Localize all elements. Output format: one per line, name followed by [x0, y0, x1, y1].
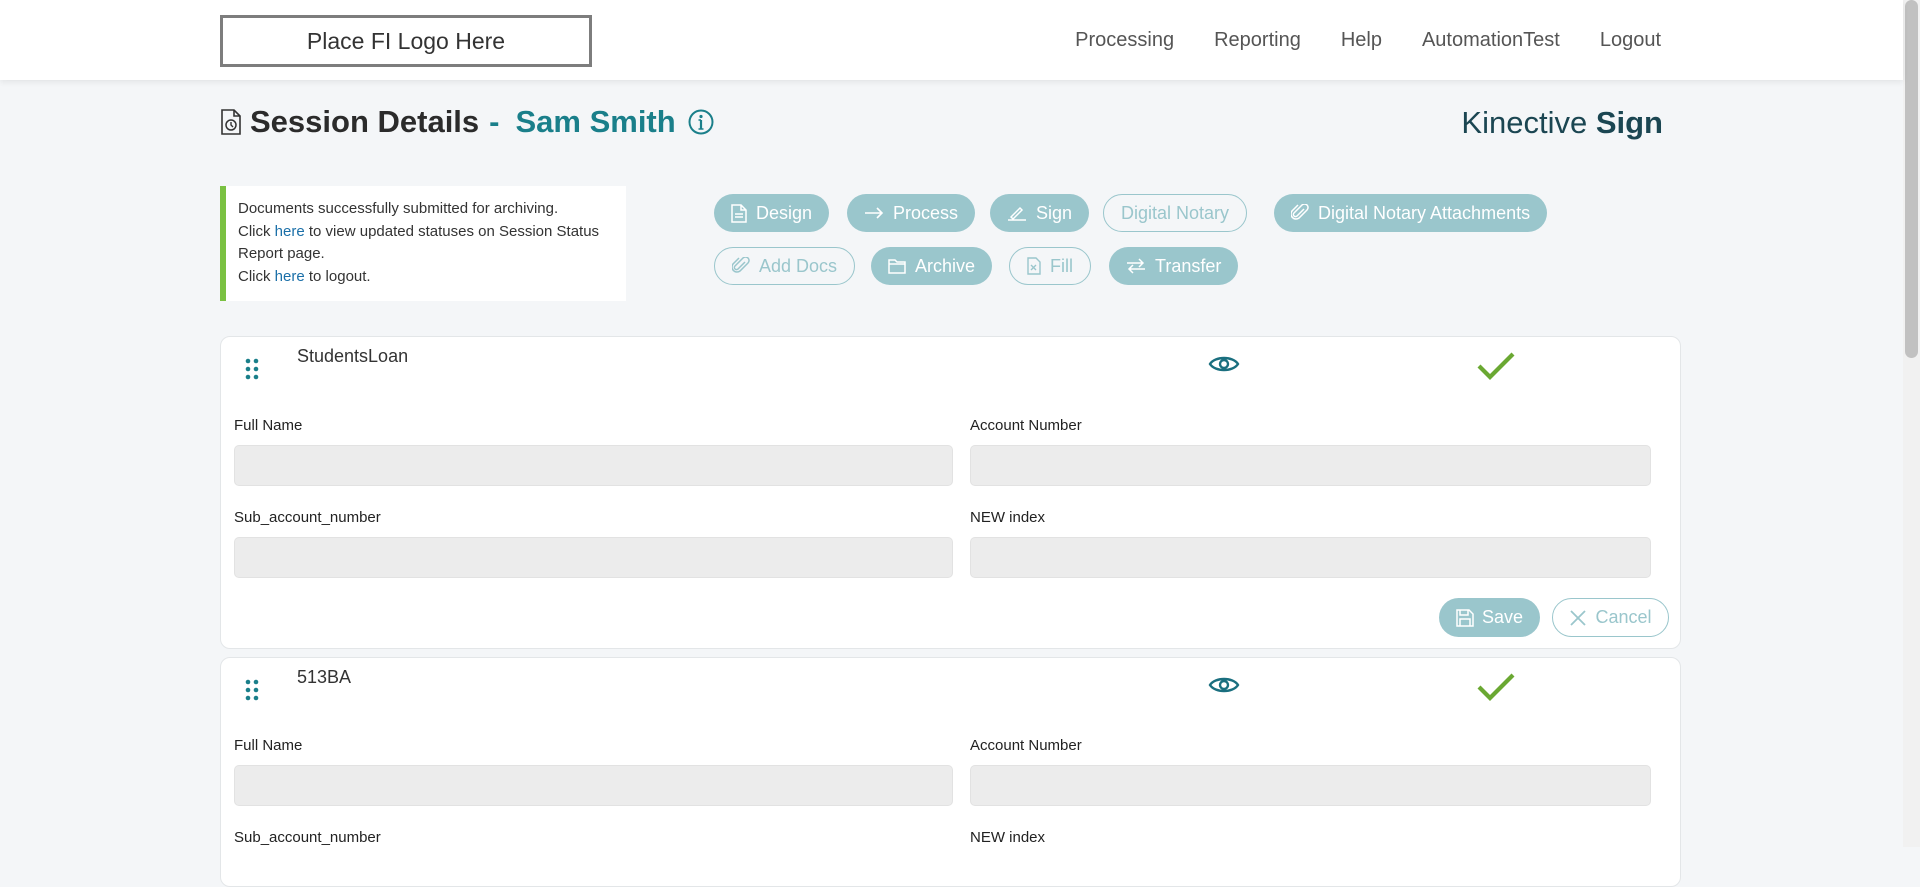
signer-name: Sam Smith: [515, 104, 676, 139]
sign-button[interactable]: Sign: [990, 194, 1090, 232]
cancel-button[interactable]: Cancel: [1552, 598, 1669, 637]
fill-button[interactable]: Fill: [1009, 247, 1091, 285]
field-label-new-index: NEW index: [970, 509, 1046, 526]
logout-link[interactable]: here: [275, 268, 305, 285]
title-separator: -: [489, 104, 500, 139]
document-name: StudentsLoan: [297, 346, 409, 366]
digital-notary-attachments-button[interactable]: Digital Notary Attachments: [1274, 194, 1548, 232]
field-label-full-name: Full Name: [234, 737, 303, 754]
status-report-link[interactable]: here: [275, 223, 305, 240]
paperclip-icon: [732, 257, 750, 273]
eye-icon[interactable]: [1208, 674, 1240, 696]
kinective-sign-logo: Kinective Sign: [1461, 105, 1663, 140]
field-label-sub-account: Sub_account_number: [234, 829, 381, 846]
page-title-row: Session Details - Sam Smith: [220, 104, 714, 140]
top-navbar: Place FI Logo Here Processing Reporting …: [0, 0, 1903, 80]
archive-success-notice: Documents successfully submitted for arc…: [220, 186, 626, 301]
document-card: 513BA Full Name Account Number Sub_accou…: [220, 657, 1681, 887]
field-label-sub-account: Sub_account_number: [234, 509, 381, 526]
nav-reporting[interactable]: Reporting: [1214, 29, 1301, 52]
notice-line-3: Click here to logout.: [238, 267, 371, 285]
nav-logout[interactable]: Logout: [1600, 29, 1661, 52]
main-nav: Processing Reporting Help AutomationTest…: [1035, 0, 1661, 80]
folder-icon: [888, 259, 906, 274]
document-icon: [731, 203, 747, 223]
notice-line-1: Documents successfully submitted for arc…: [238, 200, 559, 217]
nav-user[interactable]: AutomationTest: [1422, 29, 1560, 52]
pen-icon: [1008, 206, 1026, 221]
account-number-field[interactable]: [970, 765, 1651, 806]
field-label-account-number: Account Number: [970, 417, 1082, 434]
checkmark-icon: [1477, 352, 1515, 380]
document-card: StudentsLoan Full Name Account Number Su…: [220, 336, 1681, 649]
transfer-button[interactable]: Transfer: [1109, 247, 1239, 285]
archive-button[interactable]: Archive: [871, 247, 993, 285]
document-name: 513BA: [297, 667, 352, 687]
arrow-right-icon: [865, 207, 884, 219]
checkmark-icon: [1477, 673, 1515, 701]
full-name-field[interactable]: [234, 765, 953, 806]
session-history-icon: [221, 109, 241, 135]
form-fill-icon: [1027, 257, 1041, 275]
transfer-arrows-icon: [1127, 258, 1145, 274]
nav-processing[interactable]: Processing: [1075, 29, 1174, 52]
account-number-field[interactable]: [970, 445, 1651, 486]
field-label-account-number: Account Number: [970, 737, 1082, 754]
drag-handle-icon[interactable]: [244, 678, 260, 702]
design-button[interactable]: Design: [714, 194, 830, 232]
eye-icon[interactable]: [1208, 353, 1240, 375]
sub-account-number-field[interactable]: [234, 537, 953, 578]
full-name-field[interactable]: [234, 445, 953, 486]
paperclip-icon: [1291, 204, 1309, 220]
drag-handle-icon[interactable]: [244, 357, 260, 381]
scrollbar-thumb[interactable]: [1905, 0, 1918, 358]
close-icon: [1570, 609, 1587, 626]
floppy-disk-icon: [1456, 608, 1474, 627]
add-docs-button[interactable]: Add Docs: [714, 247, 856, 285]
fi-logo-placeholder: Place FI Logo Here: [220, 15, 592, 67]
process-button[interactable]: Process: [847, 194, 976, 232]
nav-help[interactable]: Help: [1341, 29, 1382, 52]
new-index-field[interactable]: [970, 537, 1651, 578]
page-scrollbar[interactable]: [1903, 0, 1920, 847]
digital-notary-button[interactable]: Digital Notary: [1103, 194, 1248, 232]
field-label-full-name: Full Name: [234, 417, 303, 434]
info-icon[interactable]: [688, 109, 714, 135]
page-title: Session Details: [250, 104, 480, 139]
save-button[interactable]: Save: [1439, 598, 1540, 637]
notice-line-2: Click here to view updated statuses on S…: [238, 222, 600, 263]
field-label-new-index: NEW index: [970, 829, 1046, 846]
